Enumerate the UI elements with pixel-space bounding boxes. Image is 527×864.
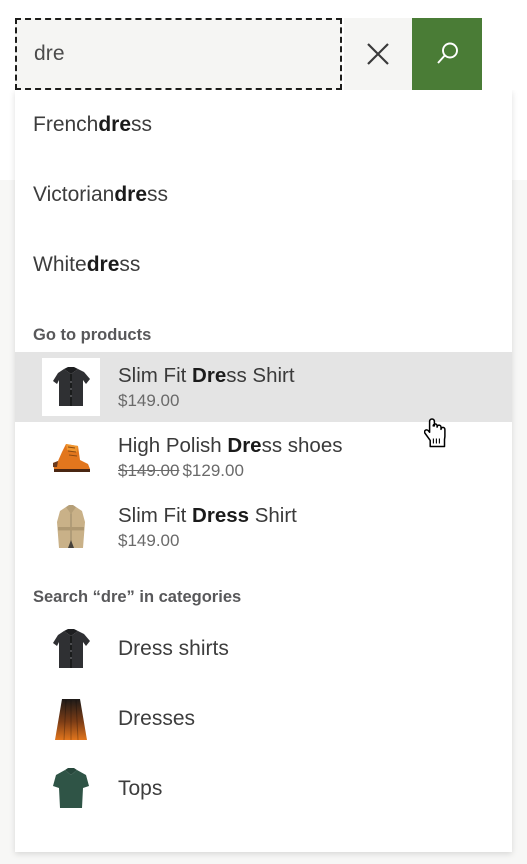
category-label: Dress shirts (118, 637, 229, 660)
close-icon (365, 41, 391, 67)
submit-search-button[interactable] (412, 18, 482, 90)
suggestion-prefix: Victorian (33, 183, 115, 206)
suggestion-item[interactable]: White dre ss (15, 230, 512, 300)
suggestion-match: dre (114, 183, 148, 206)
suggestion-prefix: White (33, 253, 87, 276)
product-row[interactable]: Slim Fit Dress Shirt $149.00 (15, 352, 512, 422)
product-price-current: $129.00 (182, 460, 244, 480)
suggestion-prefix: French (33, 113, 99, 136)
search-input-wrapper[interactable] (15, 18, 342, 90)
product-title-prefix: Slim Fit (118, 503, 193, 527)
product-info: High Polish Dress shoes $149.00 $129.00 (118, 434, 342, 481)
product-title-prefix: High Polish (118, 433, 228, 457)
product-title-match: Dre (192, 363, 227, 387)
product-price-current: $149.00 (118, 390, 180, 410)
suggestion-suffix: ss (119, 253, 141, 276)
product-title-suffix: ss shoes (261, 433, 343, 457)
product-price-current: $149.00 (118, 530, 180, 550)
suggestion-item[interactable]: Victorian dre ss (15, 160, 512, 230)
black-dress-shirt-thumb (42, 358, 100, 416)
clear-search-button[interactable] (344, 18, 412, 90)
suggestion-match: dre (86, 253, 120, 276)
product-title-match: Dre (227, 433, 262, 457)
product-row[interactable]: Slim Fit Dress Shirt $149.00 (15, 492, 512, 562)
black-dress-shirt-thumb (42, 620, 100, 678)
category-label: Dresses (118, 707, 196, 730)
suggestion-match: dre (98, 113, 132, 136)
product-info: Slim Fit Dress Shirt $149.00 (118, 504, 297, 551)
search-bar (0, 0, 527, 90)
search-icon (433, 40, 461, 68)
orange-skirt-thumb (42, 690, 100, 748)
category-row[interactable]: Dress shirts (15, 614, 512, 684)
product-info: Slim Fit Dress Shirt $149.00 (118, 364, 295, 411)
suggestion-suffix: ss (147, 183, 169, 206)
product-title-suffix: Shirt (249, 503, 297, 527)
product-title: High Polish Dress shoes (118, 434, 342, 458)
suggestion-suffix: ss (131, 113, 153, 136)
products-section-header: Go to products (33, 325, 152, 344)
product-price-original: $149.00 (118, 460, 180, 480)
product-title-match: Dress (192, 503, 250, 527)
suggestion-item[interactable]: French dre ss (15, 90, 512, 160)
product-title-prefix: Slim Fit (118, 363, 193, 387)
category-row[interactable]: Tops (15, 754, 512, 824)
categories-section-header: Search “dre” in categories (33, 587, 242, 606)
green-tshirt-thumb (42, 760, 100, 818)
tan-trench-coat-thumb (42, 498, 100, 556)
product-price: $149.00 (118, 391, 295, 411)
product-row[interactable]: High Polish Dress shoes $149.00 $129.00 (15, 422, 512, 492)
product-title: Slim Fit Dress Shirt (118, 504, 297, 528)
search-input[interactable] (34, 42, 340, 66)
orange-dress-shoe-thumb (42, 428, 100, 486)
product-title-suffix: ss Shirt (226, 363, 295, 387)
product-price: $149.00 $129.00 (118, 461, 342, 481)
product-title: Slim Fit Dress Shirt (118, 364, 295, 388)
search-suggestions-dropdown: French dre ss Victorian dre ss White dre ss… (15, 90, 512, 852)
product-price: $149.00 (118, 531, 297, 551)
category-label: Tops (118, 777, 163, 800)
category-row[interactable]: Dresses (15, 684, 512, 754)
